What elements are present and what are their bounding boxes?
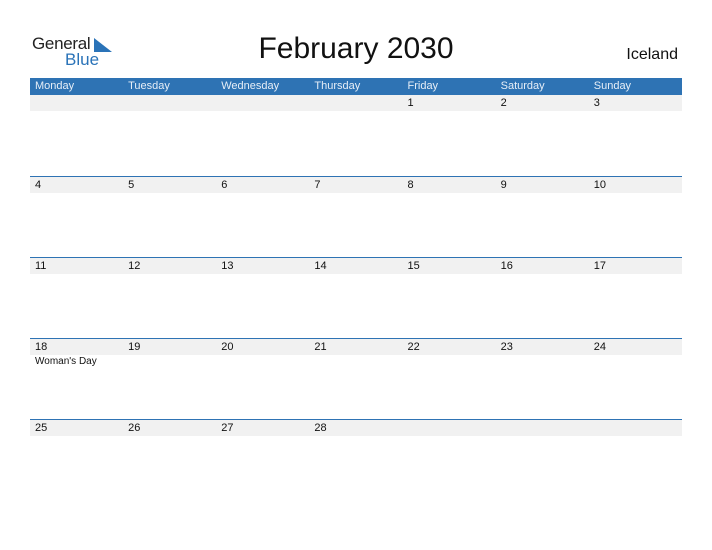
weekday-monday: Monday xyxy=(35,80,75,92)
holiday-label xyxy=(496,355,589,369)
holiday-label xyxy=(589,355,682,369)
holiday-label: Woman's Day xyxy=(35,356,97,367)
day-number: 5 xyxy=(128,179,135,191)
day-number xyxy=(589,420,682,436)
day-number: 13 xyxy=(221,260,234,272)
day-number: 9 xyxy=(500,179,507,191)
holiday-label xyxy=(216,355,309,369)
holiday-label xyxy=(123,355,216,369)
week-row: 18 19 20 21 22 23 24 Woman's Day xyxy=(30,338,682,419)
week-row: 4 5 6 7 8 9 10 xyxy=(30,176,682,257)
day-number xyxy=(403,420,496,436)
day-number: 28 xyxy=(314,422,327,434)
week-row: 11 12 13 14 15 16 17 xyxy=(30,257,682,338)
day-number: 8 xyxy=(407,179,414,191)
date-band: 1 2 3 xyxy=(30,95,682,111)
day-number: 3 xyxy=(593,97,600,109)
date-band: 4 5 6 7 8 9 10 xyxy=(30,177,682,193)
day-number: 23 xyxy=(500,341,513,353)
day-number: 24 xyxy=(593,341,606,353)
day-number: 20 xyxy=(221,341,234,353)
weekday-tuesday: Tuesday xyxy=(128,80,170,92)
day-number: 15 xyxy=(407,260,420,272)
day-number: 14 xyxy=(314,260,327,272)
day-number: 26 xyxy=(128,422,141,434)
day-number: 22 xyxy=(407,341,420,353)
day-number xyxy=(216,95,309,111)
holiday-label xyxy=(403,355,496,369)
page-title: February 2030 xyxy=(258,32,454,65)
day-number xyxy=(309,95,402,111)
day-number: 18 xyxy=(35,341,48,353)
weekday-wednesday: Wednesday xyxy=(221,80,280,92)
day-number xyxy=(496,420,589,436)
date-band: 25 26 27 28 xyxy=(30,420,682,436)
weekday-header: Monday Tuesday Wednesday Thursday Friday… xyxy=(30,78,682,95)
date-band: 11 12 13 14 15 16 17 xyxy=(30,258,682,274)
day-number xyxy=(30,95,123,111)
events-row: Woman's Day xyxy=(30,355,682,369)
day-number: 12 xyxy=(128,260,141,272)
date-band: 18 19 20 21 22 23 24 xyxy=(30,339,682,355)
day-number: 17 xyxy=(593,260,606,272)
day-number: 21 xyxy=(314,341,327,353)
day-number xyxy=(123,95,216,111)
day-number: 27 xyxy=(221,422,234,434)
holiday-label xyxy=(309,355,402,369)
day-number: 19 xyxy=(128,341,141,353)
country-label: Iceland xyxy=(626,46,678,63)
day-number: 10 xyxy=(593,179,606,191)
day-number: 7 xyxy=(314,179,321,191)
weekday-thursday: Thursday xyxy=(314,80,361,92)
day-number: 16 xyxy=(500,260,513,272)
day-number: 25 xyxy=(35,422,48,434)
weekday-saturday: Saturday xyxy=(500,80,545,92)
weekday-sunday: Sunday xyxy=(593,80,632,92)
day-number: 4 xyxy=(35,179,42,191)
weekday-friday: Friday xyxy=(407,80,439,92)
week-row: 25 26 27 28 xyxy=(30,419,682,500)
day-number: 6 xyxy=(221,179,228,191)
day-number: 11 xyxy=(35,260,47,272)
day-number: 2 xyxy=(500,97,507,109)
day-number: 1 xyxy=(407,97,414,109)
calendar-grid: Monday Tuesday Wednesday Thursday Friday… xyxy=(30,78,682,500)
week-row: 1 2 3 xyxy=(30,95,682,176)
